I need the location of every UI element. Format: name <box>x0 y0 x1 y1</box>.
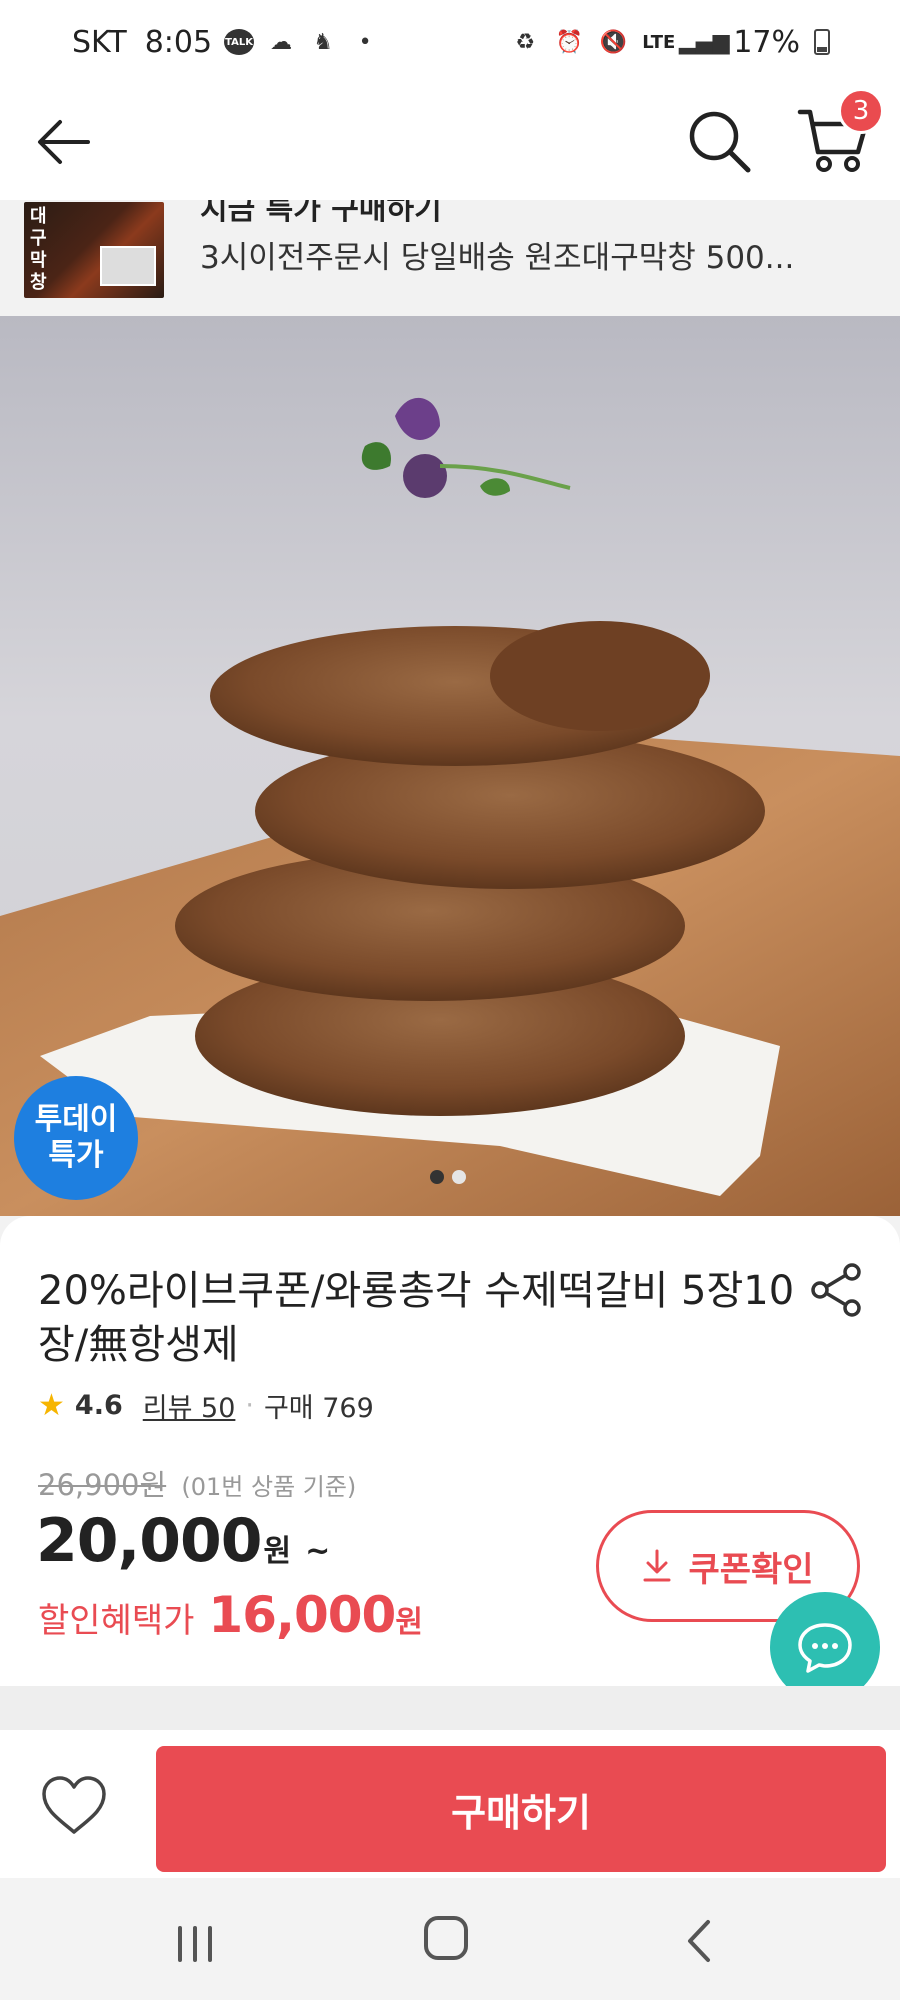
section-divider <box>0 1686 900 1730</box>
share-button[interactable] <box>806 1260 866 1320</box>
search-icon <box>689 111 751 173</box>
sale-price: 20,000 <box>36 1506 263 1576</box>
recycle-icon: ♻ <box>515 29 536 55</box>
status-bar: SKT 8:05 TALK ☁ ♞ • ♻ ⏰ 🔇 LTE ▂▄▆ 17% <box>0 0 900 84</box>
purchase-count: 구매 769 <box>263 1393 374 1424</box>
network-label: LTE <box>642 31 676 53</box>
discount-price: 16,000 <box>208 1586 396 1644</box>
discount-label: 할인혜택가 <box>38 1601 195 1641</box>
product-image[interactable] <box>0 316 900 1216</box>
home-button[interactable] <box>424 1916 468 1960</box>
system-back-button[interactable] <box>680 1918 720 1964</box>
clock: 8:05 <box>144 24 213 60</box>
carrier-label: SKT <box>72 24 127 60</box>
star-icon: ★ <box>38 1388 65 1423</box>
coupon-button-label: 쿠폰확인 <box>688 1549 814 1590</box>
price-range-suffix: ~ <box>305 1534 331 1569</box>
more-notifications-icon: • <box>358 29 372 55</box>
back-button[interactable] <box>32 110 96 174</box>
product-info-card: 20%라이브쿠폰/와룡총각 수제떡갈비 5장10장/無항생제 ★ 4.6 리뷰 … <box>0 1216 900 1686</box>
sale-price-row: 20,000 원 ~ <box>36 1506 330 1576</box>
live-banner-title: 지금 특가 구매하기 <box>200 200 442 227</box>
product-photo <box>0 316 900 1216</box>
cart-count-badge: 3 <box>838 88 884 134</box>
chat-icon <box>798 1623 852 1673</box>
original-price-row: 26,900원 (01번 상품 기준) <box>38 1462 356 1504</box>
original-price: 26,900원 <box>38 1468 167 1502</box>
share-icon <box>811 1263 861 1317</box>
heart-icon <box>42 1776 106 1834</box>
search-button[interactable] <box>684 106 754 176</box>
notification-app-icon: ♞ <box>313 29 333 55</box>
page-dot <box>452 1170 466 1184</box>
app-header <box>0 84 900 200</box>
buy-button[interactable]: 구매하기 <box>156 1746 886 1872</box>
discount-price-row: 할인혜택가 16,000 원 <box>38 1586 423 1644</box>
like-button[interactable] <box>38 1770 110 1842</box>
live-banner-description: 3시이전주문시 당일배송 원조대구막창 500... <box>200 240 795 276</box>
talk-notification-icon: TALK <box>224 29 255 55</box>
alarm-icon: ⏰ <box>555 29 583 55</box>
page-dot-active <box>430 1170 444 1184</box>
status-left: SKT 8:05 TALK ☁ ♞ • <box>72 25 380 60</box>
status-right: ♻ ⏰ 🔇 LTE ▂▄▆ 17% <box>510 25 830 60</box>
battery-icon <box>814 29 830 55</box>
today-deal-badge: 투데이 특가 <box>14 1076 138 1200</box>
live-deal-banner[interactable]: 대구막창 지금 특가 구매하기 3시이전주문시 당일배송 원조대구막창 500.… <box>0 200 900 316</box>
mute-icon: 🔇 <box>599 29 627 55</box>
system-nav-bar <box>0 1878 900 2000</box>
review-link[interactable]: 리뷰 50 <box>143 1386 236 1425</box>
recent-apps-icon <box>178 1926 212 1962</box>
rating-row: ★ 4.6 리뷰 50 · 구매 769 <box>38 1386 374 1425</box>
download-icon <box>643 1549 671 1582</box>
signal-icon: ▂▄▆ <box>678 29 730 55</box>
product-title: 20%라이브쿠폰/와룡총각 수제떡갈비 5장10장/無항생제 <box>38 1268 795 1368</box>
discount-price-unit: 원 <box>395 1605 423 1640</box>
thumbnail-text: 대구막창 <box>30 206 47 293</box>
thumbnail-package <box>100 246 156 286</box>
cloud-icon: ☁ <box>270 29 293 55</box>
rating-value: 4.6 <box>74 1390 123 1421</box>
original-price-note: (01번 상품 기준) <box>181 1473 357 1501</box>
live-thumbnail: 대구막창 <box>24 202 164 298</box>
separator-dot: · <box>245 1390 254 1421</box>
sale-price-unit: 원 <box>263 1534 292 1569</box>
battery-percent: 17% <box>733 24 800 60</box>
recent-apps-button[interactable] <box>170 1924 220 1964</box>
arrow-left-icon <box>38 120 90 164</box>
chevron-left-icon <box>688 1920 710 1962</box>
bottom-action-bar: 구매하기 <box>0 1730 900 1878</box>
image-page-indicator <box>430 1170 466 1184</box>
